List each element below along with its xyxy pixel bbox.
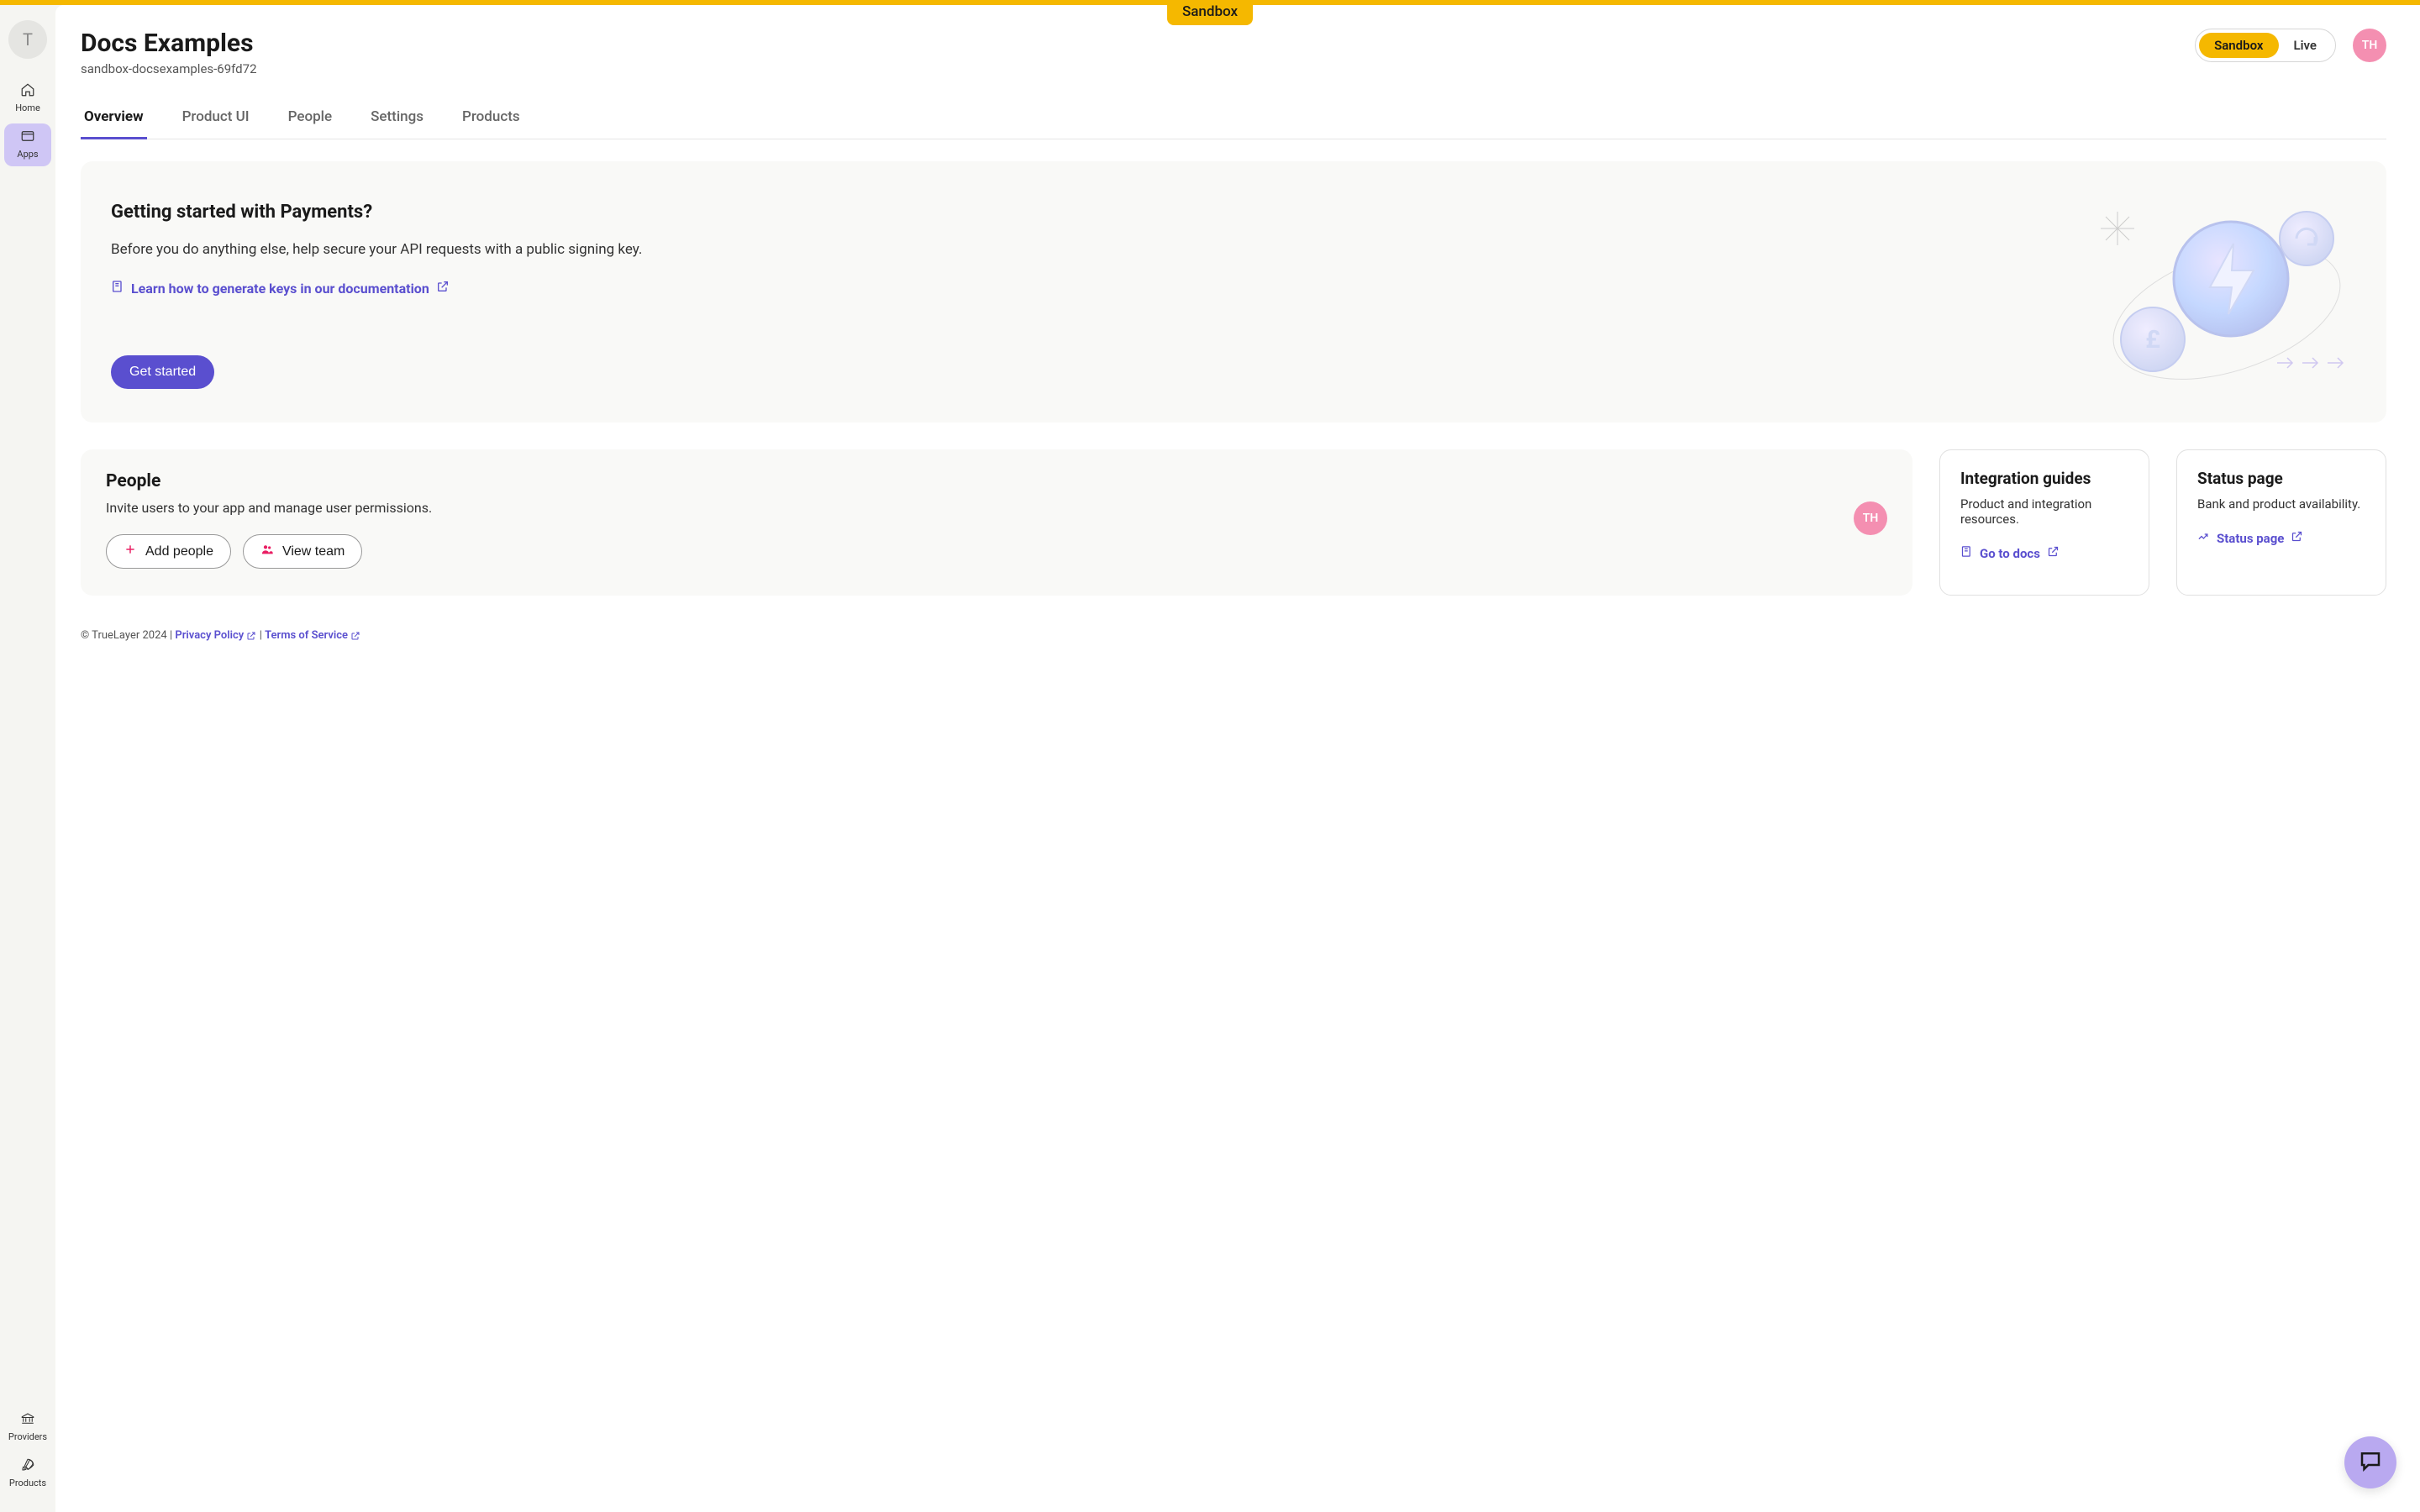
view-team-button[interactable]: View team: [243, 534, 362, 569]
people-card-body: Invite users to your app and manage user…: [106, 500, 1887, 516]
tab-product-ui[interactable]: Product UI: [179, 102, 253, 139]
status-page-link[interactable]: Status page: [2197, 530, 2303, 546]
getting-started-card: Getting started with Payments? Before yo…: [81, 161, 2386, 423]
tabs: Overview Product UI People Settings Prod…: [81, 102, 2386, 139]
guides-card-title: Integration guides: [1960, 469, 2128, 488]
sidebar-item-label: Home: [15, 102, 40, 113]
book-icon: [1960, 545, 1973, 561]
book-icon: [111, 280, 124, 297]
people-card: People Invite users to your app and mana…: [81, 449, 1912, 596]
main-content: Docs Examples sandbox-docsexamples-69fd7…: [55, 5, 2420, 1512]
hero-illustration: £: [2084, 195, 2370, 396]
page-title: Docs Examples: [81, 29, 257, 58]
hero-link-text: Learn how to generate keys in our docume…: [131, 281, 429, 297]
docs-link-text: Go to docs: [1980, 546, 2040, 561]
tab-people[interactable]: People: [285, 102, 336, 139]
get-started-button[interactable]: Get started: [111, 355, 214, 389]
add-people-button[interactable]: Add people: [106, 534, 231, 569]
env-option-live[interactable]: Live: [2279, 33, 2333, 58]
chat-icon: [2358, 1448, 2383, 1477]
chart-up-icon: [2197, 530, 2210, 546]
external-link-icon: [2291, 530, 2303, 546]
sidebar-item-label: Providers: [8, 1431, 47, 1442]
hero-body: Before you do anything else, help secure…: [111, 241, 2356, 258]
org-avatar-initial: T: [23, 29, 33, 50]
sidebar-bottom: Providers Products: [0, 1406, 55, 1495]
footer: © TrueLayer 2024 | Privacy Policy | Term…: [81, 629, 2386, 642]
cards-row: People Invite users to your app and mana…: [81, 449, 2386, 596]
add-people-label: Add people: [145, 544, 213, 559]
tab-overview[interactable]: Overview: [81, 102, 147, 139]
org-avatar[interactable]: T: [8, 20, 47, 59]
tab-settings[interactable]: Settings: [367, 102, 427, 139]
header-left: Docs Examples sandbox-docsexamples-69fd7…: [81, 29, 257, 76]
sandbox-badge: Sandbox: [1167, 0, 1253, 25]
sidebar-item-home[interactable]: Home: [4, 77, 51, 120]
sidebar-nav: Home Apps: [0, 77, 55, 166]
people-actions: Add people View team: [106, 534, 1887, 569]
status-link-text: Status page: [2217, 531, 2284, 546]
go-to-docs-link[interactable]: Go to docs: [1960, 545, 2060, 561]
terms-link[interactable]: Terms of Service: [265, 629, 360, 642]
sidebar-item-label: Apps: [17, 149, 38, 160]
sidebar-item-products[interactable]: Products: [4, 1452, 51, 1495]
header-right: Sandbox Live TH: [2195, 29, 2386, 62]
bank-icon: [20, 1411, 35, 1430]
home-icon: [20, 82, 35, 101]
people-avatar-initials: TH: [1863, 512, 1879, 525]
privacy-policy-link[interactable]: Privacy Policy: [175, 629, 259, 642]
tab-products[interactable]: Products: [459, 102, 523, 139]
status-card-body: Bank and product availability.: [2197, 496, 2365, 512]
hero-title: Getting started with Payments?: [111, 202, 2356, 223]
integration-guides-card: Integration guides Product and integrati…: [1939, 449, 2149, 596]
sidebar-item-apps[interactable]: Apps: [4, 123, 51, 166]
sidebar-item-label: Products: [9, 1478, 46, 1488]
user-avatar[interactable]: TH: [2353, 29, 2386, 62]
view-team-label: View team: [282, 544, 345, 559]
page-subtitle: sandbox-docsexamples-69fd72: [81, 61, 257, 76]
people-icon: [260, 543, 274, 560]
status-card-title: Status page: [2197, 469, 2365, 488]
svg-text:£: £: [2145, 325, 2160, 354]
status-page-card: Status page Bank and product availabilit…: [2176, 449, 2386, 596]
user-initials: TH: [2362, 39, 2378, 52]
window-icon: [20, 129, 35, 147]
rocket-icon: [20, 1457, 35, 1476]
header: Docs Examples sandbox-docsexamples-69fd7…: [81, 29, 2386, 76]
footer-copyright: © TrueLayer 2024: [81, 629, 167, 642]
environment-toggle: Sandbox Live: [2195, 29, 2336, 62]
sidebar: T Home Apps Providers: [0, 5, 55, 1512]
chat-fab[interactable]: [2344, 1436, 2396, 1488]
external-link-icon: [2047, 545, 2060, 561]
external-link-icon: [436, 280, 450, 297]
env-option-sandbox[interactable]: Sandbox: [2199, 33, 2278, 58]
people-member-avatar: TH: [1854, 501, 1887, 535]
learn-keys-link[interactable]: Learn how to generate keys in our docume…: [111, 280, 450, 297]
people-card-title: People: [106, 471, 1887, 491]
sidebar-item-providers[interactable]: Providers: [4, 1406, 51, 1449]
guides-card-body: Product and integration resources.: [1960, 496, 2128, 527]
plus-icon: [124, 543, 137, 560]
